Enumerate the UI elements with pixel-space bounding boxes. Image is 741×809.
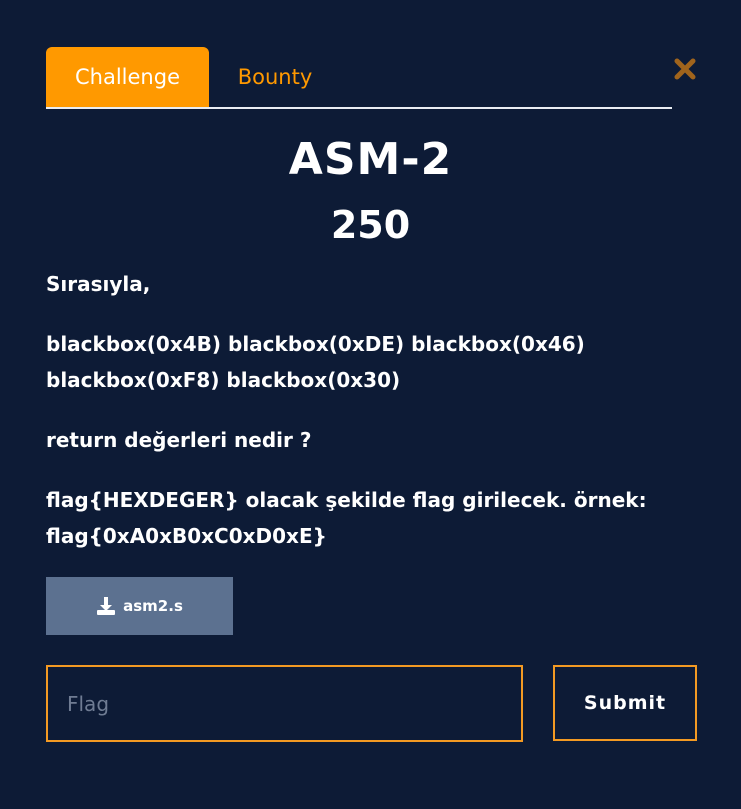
close-icon (674, 58, 696, 80)
description-calls: blackbox(0x4B) blackbox(0xDE) blackbox(0… (46, 332, 585, 392)
description-intro: Sırasıyla, (46, 272, 151, 296)
challenge-points: 250 (330, 203, 411, 247)
challenge-description: Sırasıyla, blackbox(0x4B) blackbox(0xDE)… (46, 266, 686, 578)
description-format: flag{HEXDEGER} olacak şekilde flag giril… (46, 488, 647, 548)
tab-bounty-label: Bounty (237, 65, 313, 89)
tab-bar: Challenge Bounty (46, 47, 672, 109)
file-name: asm2.s (123, 597, 183, 615)
submit-button[interactable]: Submit (553, 665, 697, 741)
download-icon (97, 597, 116, 615)
challenge-title: ASM-2 (288, 134, 453, 185)
tab-bounty[interactable]: Bounty (209, 47, 341, 107)
description-question: return değerleri nedir ? (46, 428, 312, 452)
tab-challenge-label: Challenge (75, 65, 180, 89)
flag-input[interactable] (46, 665, 523, 742)
file-download-button[interactable]: asm2.s (46, 577, 233, 635)
tab-challenge[interactable]: Challenge (46, 47, 209, 107)
close-button[interactable] (672, 56, 698, 82)
challenge-modal: Challenge Bounty ASM-2 250 Sırasıyla, bl… (0, 0, 741, 809)
